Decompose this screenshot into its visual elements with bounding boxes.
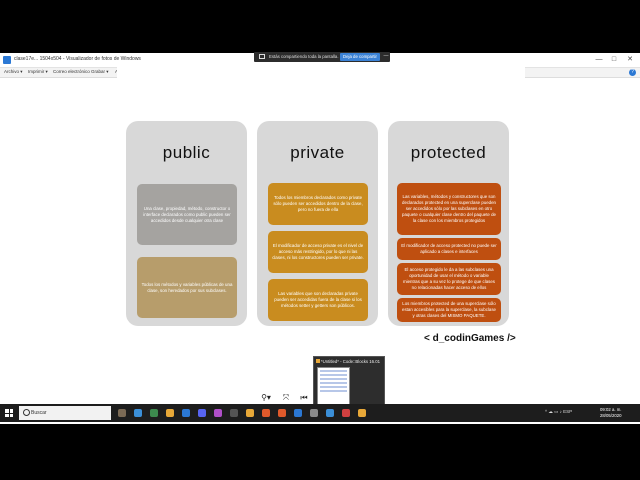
minimize-button[interactable]: —: [594, 55, 604, 65]
window-title: clase17e... 1504x504 - Visualizador de f…: [14, 56, 141, 62]
taskbar-clock[interactable]: 09:02 a. m. 28/05/2020: [600, 407, 622, 419]
card-public-1: Una clase, propiedad, método, constructo…: [137, 184, 237, 245]
card-public-2: Todos los métodos y variables públicas d…: [137, 257, 237, 318]
stop-sharing-button[interactable]: Deja de compartir: [340, 53, 380, 61]
taskbar-app-icon[interactable]: [118, 409, 126, 417]
brand-logo-text: < d_codinGames />: [424, 333, 516, 344]
zoom-button[interactable]: ⚲▾: [259, 392, 273, 403]
taskbar-thumbnail-preview[interactable]: *Untitled* - Code::Blocks 16.01: [313, 356, 385, 408]
menu-archivo[interactable]: Archivo ▾: [4, 69, 23, 75]
column-public: public Una clase, propiedad, método, con…: [126, 121, 247, 326]
taskbar-app-icon[interactable]: [150, 409, 158, 417]
search-icon: [23, 409, 30, 416]
windows-taskbar: Buscar ^ ☁ ▭ ♪ ESP 09:02 a. m. 28/05/202…: [0, 404, 640, 422]
card-protected-3: El acceso protegido le da a las subclase…: [397, 263, 501, 295]
taskbar-app-icon[interactable]: [342, 409, 350, 417]
windows-start-icon[interactable]: [5, 409, 13, 417]
menu-imprimir[interactable]: Imprimir ▾: [28, 69, 48, 75]
actual-size-button[interactable]: ⤧: [281, 392, 291, 403]
card-private-1: Todos los miembros declarados como priva…: [268, 183, 368, 225]
share-status-text: Estás compartiendo toda la pantalla.: [269, 54, 339, 59]
close-button[interactable]: ✕: [625, 55, 635, 65]
screen-share-icon: [259, 54, 265, 59]
thumbnail-window-preview: [317, 367, 350, 407]
slide-image: public Una clase, propiedad, método, con…: [117, 63, 525, 344]
column-private: private Todos los miembros declarados co…: [257, 121, 378, 326]
taskbar-app-icon[interactable]: [310, 409, 318, 417]
taskbar-app-icon[interactable]: [262, 409, 270, 417]
taskbar-app-icon[interactable]: [246, 409, 254, 417]
column-protected: protected Las variables, métodos y const…: [388, 121, 509, 326]
taskbar-app-icon[interactable]: [214, 409, 222, 417]
card-protected-2: El modificador de acceso protected no pu…: [397, 238, 501, 260]
column-title-public: public: [162, 143, 211, 162]
taskbar-app-icon[interactable]: [182, 409, 190, 417]
hide-share-bar-button[interactable]: —: [383, 53, 389, 61]
taskbar-app-icon[interactable]: [166, 409, 174, 417]
clock-date: 28/05/2020: [600, 413, 622, 418]
previous-button[interactable]: ⏮: [299, 392, 309, 403]
card-protected-4: Los miembros protected de una superclase…: [397, 298, 501, 322]
search-placeholder: Buscar: [31, 410, 47, 416]
card-private-3: Las variables que son declaradas private…: [268, 279, 368, 321]
menu-grabar[interactable]: Grabar ▾: [91, 69, 109, 75]
menu-correo[interactable]: Correo electrónico: [53, 69, 90, 74]
card-private-2: El modificador de acceso private es el n…: [268, 231, 368, 273]
column-title-private: private: [290, 143, 345, 162]
taskbar-app-icon[interactable]: [198, 409, 206, 417]
taskbar-app-icon[interactable]: [326, 409, 334, 417]
screen-share-bar: Estás compartiendo toda la pantalla. Dej…: [254, 52, 390, 62]
taskbar-search-box[interactable]: Buscar: [19, 406, 111, 420]
taskbar-app-icon[interactable]: [358, 409, 366, 417]
column-title-protected: protected: [410, 143, 487, 162]
codeblocks-icon: [316, 359, 320, 363]
thumbnail-title: *Untitled* - Code::Blocks 16.01: [321, 359, 380, 364]
card-protected-1: Las variables, métodos y constructores q…: [397, 183, 501, 235]
taskbar-app-icon[interactable]: [230, 409, 238, 417]
maximize-button[interactable]: □: [609, 55, 619, 65]
system-tray[interactable]: ^ ☁ ▭ ♪ ESP: [545, 409, 572, 415]
photo-viewer-icon: [3, 56, 11, 64]
taskbar-app-icon[interactable]: [294, 409, 302, 417]
taskbar-app-icon[interactable]: [278, 409, 286, 417]
taskbar-app-icon[interactable]: [134, 409, 142, 417]
help-icon[interactable]: ?: [629, 69, 636, 76]
